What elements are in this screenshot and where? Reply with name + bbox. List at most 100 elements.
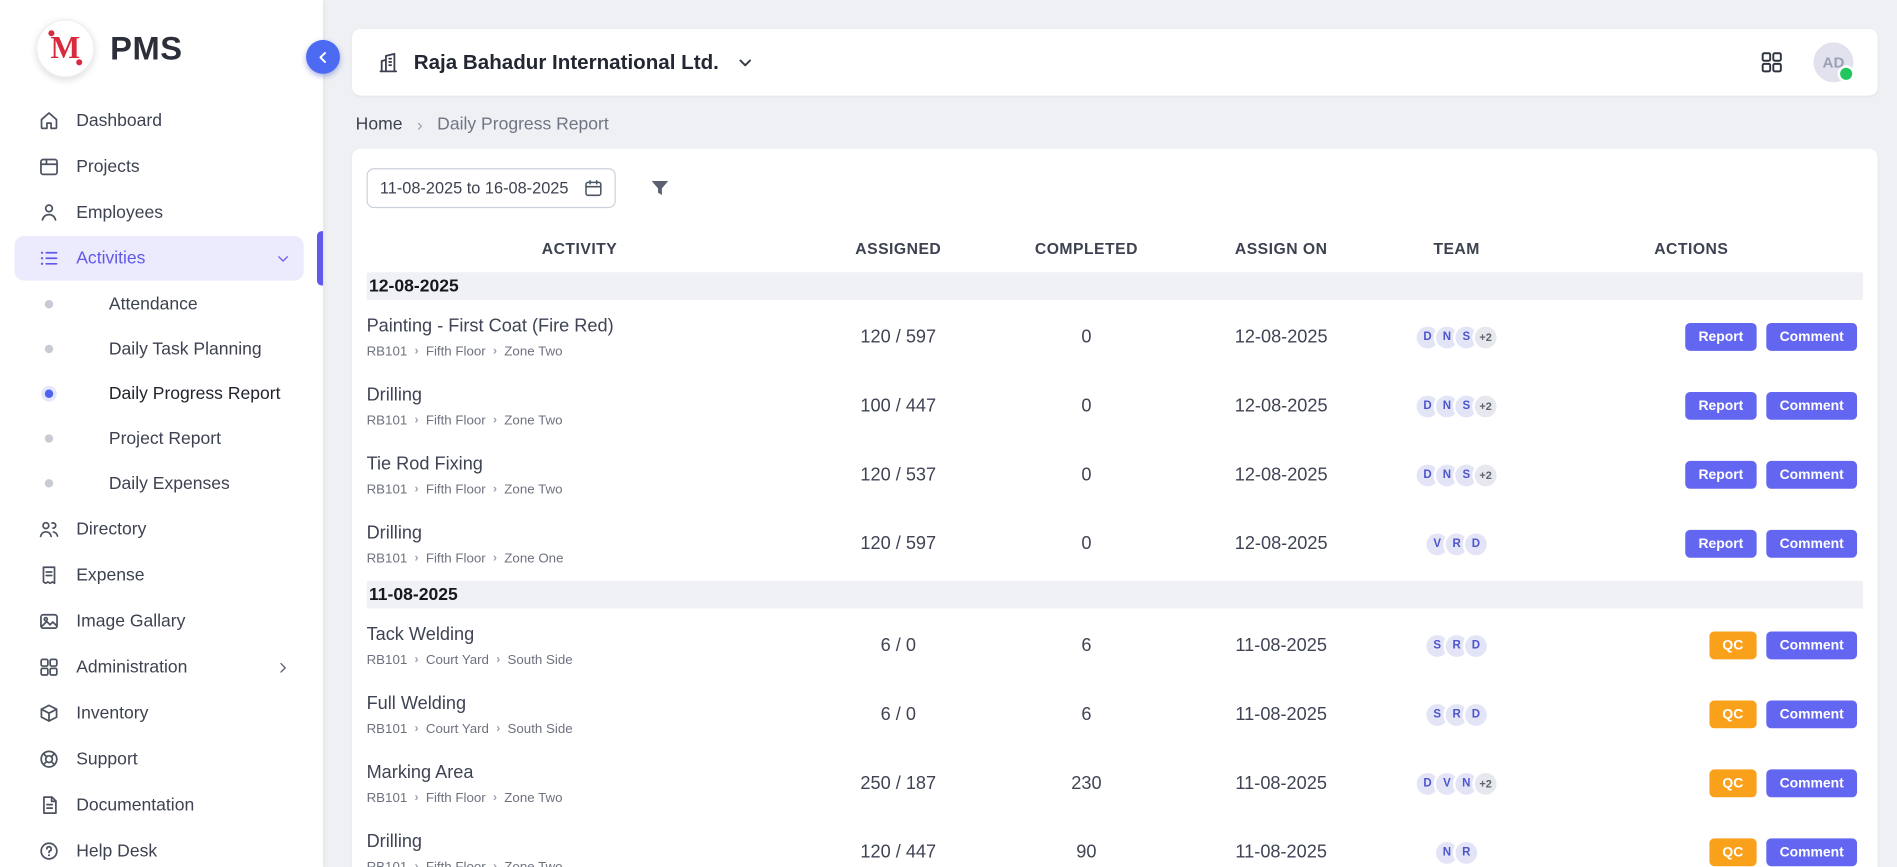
activity-name: Drilling — [367, 522, 793, 543]
sidebar-subitem-daily-expenses[interactable]: Daily Expenses — [0, 461, 323, 506]
team-more-chip[interactable]: +2 — [1472, 393, 1499, 420]
column-assigned: ASSIGNED — [792, 239, 1004, 257]
path-chevron-icon: › — [415, 345, 419, 358]
qc-button[interactable]: QC — [1709, 838, 1756, 866]
sidebar-item-expense[interactable]: Expense — [15, 553, 304, 598]
qc-button[interactable]: QC — [1709, 632, 1756, 660]
qc-button[interactable]: QC — [1709, 700, 1756, 728]
actions-cell: QC Comment — [1520, 838, 1864, 866]
team-more-chip[interactable]: +2 — [1472, 324, 1499, 351]
table-row: Full WeldingRB101›Court Yard›South Side6… — [367, 680, 1864, 749]
sidebar-item-label: Help Desk — [76, 841, 291, 860]
activity-cell: Tack WeldingRB101›Court Yard›South Side — [367, 614, 793, 677]
team-avatar-chip[interactable]: R — [1453, 839, 1480, 866]
path-segment: Fifth Floor — [426, 551, 486, 566]
sidebar-item-support[interactable]: Support — [15, 737, 304, 782]
actions-cell: Report Comment — [1520, 461, 1864, 489]
comment-button[interactable]: Comment — [1766, 632, 1857, 660]
column-team: TEAM — [1394, 239, 1520, 257]
team-avatar-chip[interactable]: D — [1463, 701, 1490, 728]
path-segment: RB101 — [367, 653, 408, 668]
qc-button[interactable]: QC — [1709, 769, 1756, 797]
activity-name: Drilling — [367, 831, 793, 852]
comment-button[interactable]: Comment — [1766, 323, 1857, 351]
path-segment: Zone Two — [504, 482, 562, 497]
completed-value: 6 — [1004, 635, 1169, 656]
path-segment: Fifth Floor — [426, 344, 486, 359]
actions-cell: QC Comment — [1520, 700, 1864, 728]
sidebar-subitem-label: Attendance — [109, 295, 198, 314]
comment-button[interactable]: Comment — [1766, 700, 1857, 728]
path-chevron-icon: › — [496, 653, 500, 666]
sidebar-item-employees[interactable]: Employees — [15, 190, 304, 235]
sidebar-subitem-project-report[interactable]: Project Report — [0, 416, 323, 461]
sidebar-collapse-button[interactable] — [306, 40, 340, 74]
breadcrumb-home[interactable]: Home — [356, 115, 403, 134]
table-row: DrillingRB101›Fifth Floor›Zone Two120 / … — [367, 818, 1864, 867]
report-button[interactable]: Report — [1685, 323, 1756, 351]
completed-value: 0 — [1004, 534, 1169, 555]
user-avatar[interactable]: AD — [1813, 42, 1853, 82]
progress-report-table: ACTIVITY ASSIGNED COMPLETED ASSIGN ON TE… — [367, 226, 1864, 867]
team-avatars: VRD — [1394, 530, 1520, 557]
sidebar-item-documentation[interactable]: Documentation — [15, 783, 304, 828]
assigned-value: 120 / 537 — [792, 465, 1004, 486]
sidebar-item-administration[interactable]: Administration — [15, 645, 304, 690]
path-chevron-icon: › — [493, 791, 497, 804]
comment-button[interactable]: Comment — [1766, 392, 1857, 420]
chevron-down-icon — [736, 53, 755, 72]
sidebar-item-dashboard[interactable]: Dashboard — [15, 98, 304, 143]
activity-name: Drilling — [367, 384, 793, 405]
activity-name: Full Welding — [367, 693, 793, 714]
table-row: Tie Rod FixingRB101›Fifth Floor›Zone Two… — [367, 440, 1864, 509]
completed-value: 0 — [1004, 396, 1169, 417]
report-button[interactable]: Report — [1685, 461, 1756, 489]
sidebar-item-projects[interactable]: Projects — [15, 144, 304, 189]
sidebar-subitem-daily-progress-report[interactable]: Daily Progress Report — [0, 371, 323, 416]
activity-cell: DrillingRB101›Fifth Floor›Zone One — [367, 512, 793, 575]
company-selector[interactable]: Raja Bahadur International Ltd. — [376, 50, 755, 74]
assigned-value: 6 / 0 — [792, 704, 1004, 725]
building-icon — [376, 50, 400, 74]
sidebar-item-inventory[interactable]: Inventory — [15, 691, 304, 736]
comment-button[interactable]: Comment — [1766, 461, 1857, 489]
sidebar-subitem-attendance[interactable]: Attendance — [0, 282, 323, 327]
team-avatars: DNS+2 — [1394, 462, 1520, 489]
path-segment: RB101 — [367, 482, 408, 497]
assigned-value: 100 / 447 — [792, 396, 1004, 417]
report-button[interactable]: Report — [1685, 392, 1756, 420]
column-activity: ACTIVITY — [367, 239, 793, 257]
team-avatar-chip[interactable]: D — [1463, 530, 1490, 557]
topbar-right: AD — [1759, 42, 1853, 82]
comment-button[interactable]: Comment — [1766, 838, 1857, 866]
calendar-icon[interactable] — [583, 178, 604, 199]
sidebar-subitem-daily-task-planning[interactable]: Daily Task Planning — [0, 327, 323, 372]
filter-icon[interactable] — [648, 177, 671, 200]
path-chevron-icon: › — [415, 414, 419, 427]
apps-grid-icon[interactable] — [1759, 50, 1784, 75]
team-avatar-chip[interactable]: D — [1463, 632, 1490, 659]
sidebar-item-activities[interactable]: Activities — [15, 236, 304, 281]
sidebar-item-label: Documentation — [76, 795, 291, 814]
comment-button[interactable]: Comment — [1766, 530, 1857, 558]
path-segment: South Side — [508, 653, 573, 668]
report-button[interactable]: Report — [1685, 530, 1756, 558]
breadcrumb-current: Daily Progress Report — [437, 115, 609, 134]
sidebar: M PMS DashboardProjectsEmployeesActiviti… — [0, 0, 323, 867]
sidebar-item-label: Support — [76, 749, 291, 768]
date-range-input[interactable] — [380, 179, 576, 197]
team-more-chip[interactable]: +2 — [1472, 462, 1499, 489]
completed-value: 90 — [1004, 842, 1169, 863]
app-logo-icon: M — [36, 19, 94, 77]
assigned-value: 120 / 597 — [792, 534, 1004, 555]
chevron-down-icon — [275, 250, 292, 267]
team-more-chip[interactable]: +2 — [1472, 770, 1499, 797]
comment-button[interactable]: Comment — [1766, 769, 1857, 797]
completed-value: 230 — [1004, 773, 1169, 794]
date-range-picker[interactable] — [367, 168, 616, 208]
assign-on-date: 11-08-2025 — [1169, 635, 1394, 656]
sidebar-item-help-desk[interactable]: Help Desk — [15, 829, 304, 867]
sidebar-item-image-gallary[interactable]: Image Gallary — [15, 599, 304, 644]
sidebar-item-directory[interactable]: Directory — [15, 507, 304, 552]
path-segment: Zone Two — [504, 344, 562, 359]
